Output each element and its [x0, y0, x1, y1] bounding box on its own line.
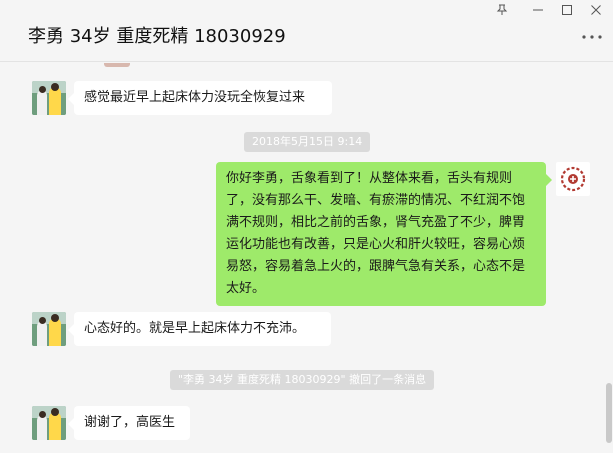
avatar[interactable] — [32, 81, 66, 115]
doctor-avatar-icon[interactable] — [556, 162, 590, 196]
maximize-icon[interactable] — [554, 2, 580, 22]
message-bubble[interactable]: 谢谢了，高医生 — [68, 406, 190, 440]
timestamp-badge: 2018年5月15日 9:14 — [244, 132, 371, 152]
minimize-icon[interactable] — [525, 2, 551, 22]
avatar[interactable] — [32, 312, 66, 346]
message-pane[interactable]: 感觉最近早上起床体力没玩全恢复过来 2018年5月15日 9:14 你好李勇，舌… — [0, 63, 613, 453]
avatar-fragment — [104, 63, 130, 67]
message-bubble[interactable]: 感觉最近早上起床体力没玩全恢复过来 — [68, 81, 332, 115]
recall-notice: "李勇 34岁 重度死精 18030929" 撤回了一条消息 — [170, 370, 435, 390]
more-icon[interactable] — [578, 30, 606, 44]
close-icon[interactable] — [583, 2, 609, 22]
message-bubble[interactable]: 心态好的。就是早上起床体力不充沛。 — [68, 312, 331, 346]
message-bubble[interactable]: 你好李勇，舌象看到了！从整体来看，舌头有规则了，没有那么干、发暗、有瘀滞的情况、… — [216, 162, 552, 306]
title-bar: 李勇 34岁 重度死精 18030929 — [0, 0, 613, 62]
avatar[interactable] — [32, 406, 66, 440]
chat-title: 李勇 34岁 重度死精 18030929 — [28, 26, 286, 47]
scrollbar[interactable] — [606, 383, 612, 443]
pin-icon[interactable] — [489, 2, 515, 22]
